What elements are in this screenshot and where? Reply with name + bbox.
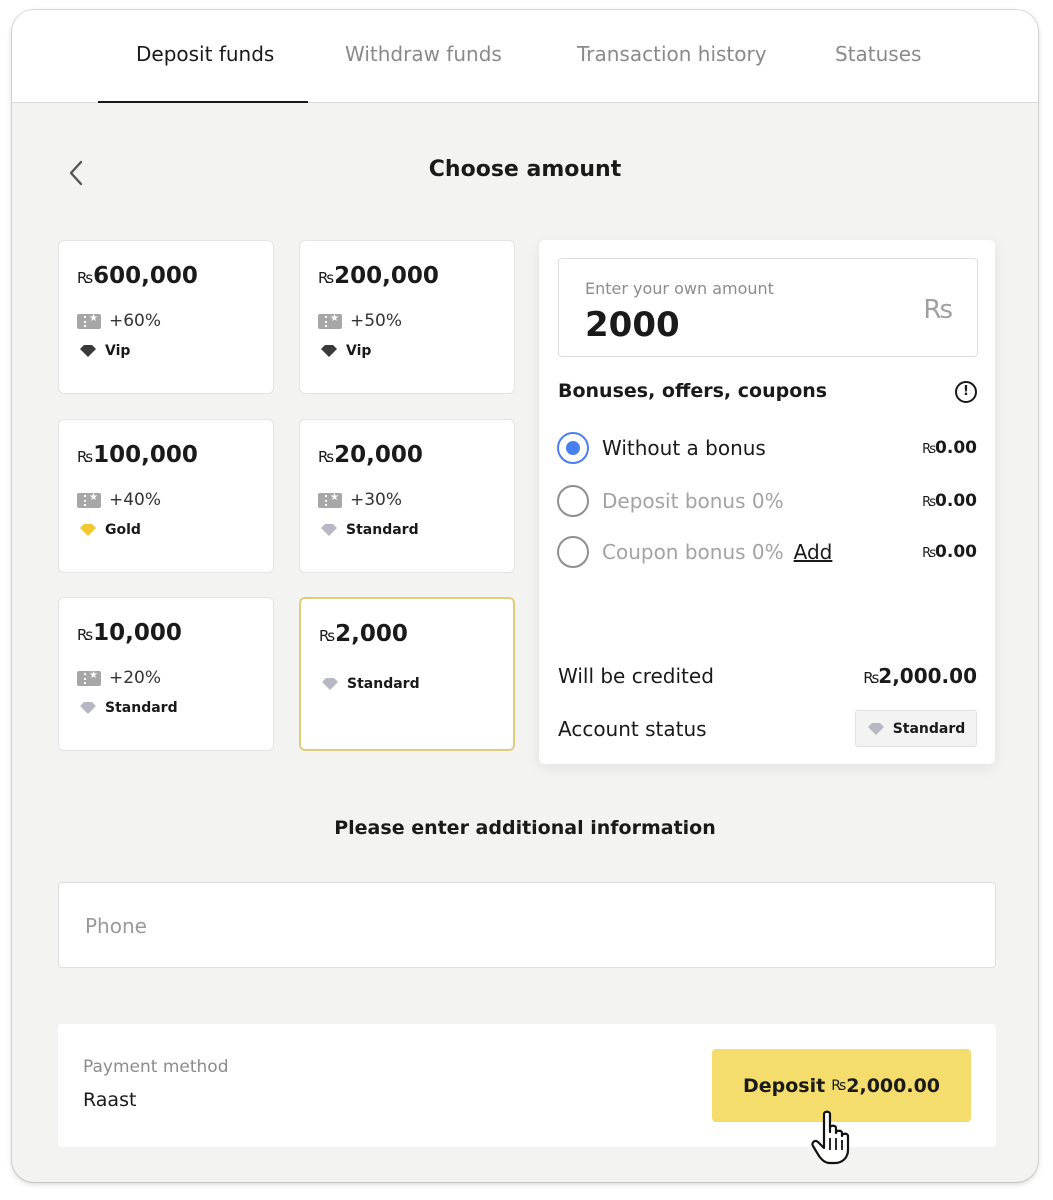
amount-card-20000[interactable]: ₨20,000 +30% Standard	[299, 419, 515, 573]
radio-button[interactable]	[557, 432, 589, 464]
card-bonus: +60%	[77, 311, 161, 331]
radio-button[interactable]	[557, 536, 589, 568]
diamond-icon	[321, 345, 337, 357]
diamond-icon	[80, 702, 96, 714]
account-status-badge: Standard	[855, 710, 977, 747]
credited-value: ₨2,000.00	[863, 664, 977, 688]
card-status: Standard	[320, 522, 419, 538]
card-amount: ₨100,000	[77, 442, 198, 468]
option-label: Deposit bonus 0%	[602, 489, 784, 513]
payment-box: Payment method Raast Deposit ₨ 2,000.00	[58, 1024, 996, 1147]
amount-card-200000[interactable]: ₨200,000 +50% Vip	[299, 240, 515, 394]
option-amount: ₨0.00	[922, 491, 977, 511]
diamond-icon	[867, 722, 884, 735]
option-label: Without a bonus	[602, 436, 766, 460]
amount-panel: Enter your own amount 2000 Rs Bonuses, o…	[539, 240, 995, 764]
ticket-icon	[77, 670, 101, 686]
tab-bar: Deposit funds Withdraw funds Transaction…	[12, 10, 1038, 103]
tab-statuses[interactable]: Statuses	[835, 42, 921, 66]
card-amount: ₨600,000	[77, 263, 198, 289]
card-amount: ₨20,000	[318, 442, 423, 468]
own-amount-label: Enter your own amount	[585, 279, 774, 298]
card-amount: ₨2,000	[319, 621, 408, 647]
amount-card-10000[interactable]: ₨10,000 +20% Standard	[58, 597, 274, 751]
option-amount: ₨0.00	[922, 542, 977, 562]
ticket-icon	[77, 313, 101, 329]
option-label: Coupon bonus 0% Add	[602, 540, 833, 564]
card-amount: ₨10,000	[77, 620, 182, 646]
option-coupon-bonus[interactable]: Coupon bonus 0% Add ₨0.00	[557, 536, 977, 570]
ticket-icon	[77, 492, 101, 508]
phone-placeholder: Phone	[85, 914, 147, 938]
hand-pointer-icon	[811, 1110, 850, 1165]
diamond-icon	[80, 524, 96, 536]
card-bonus: +40%	[77, 490, 161, 510]
active-tab-underline	[98, 101, 308, 103]
option-deposit-bonus[interactable]: Deposit bonus 0% ₨0.00	[557, 485, 977, 519]
radio-button[interactable]	[557, 485, 589, 517]
card-bonus: +20%	[77, 668, 161, 688]
payment-method-value: Raast	[83, 1089, 137, 1111]
ticket-icon	[318, 492, 342, 508]
card-amount: ₨200,000	[318, 263, 439, 289]
tab-deposit-funds[interactable]: Deposit funds	[136, 42, 274, 66]
add-coupon-link[interactable]: Add	[794, 540, 833, 564]
amount-card-600000[interactable]: ₨600,000 +60% Vip	[58, 240, 274, 394]
own-amount-currency: Rs	[923, 295, 953, 325]
option-amount: ₨0.00	[922, 438, 977, 458]
diamond-icon	[322, 678, 338, 690]
exclamation-circle-icon[interactable]: !	[955, 381, 977, 403]
own-amount-input[interactable]: Enter your own amount 2000 Rs	[558, 258, 978, 357]
card-status: Standard	[79, 700, 178, 716]
amount-card-2000-selected[interactable]: ₨2,000 Standard	[299, 597, 515, 751]
card-status: Vip	[320, 343, 371, 359]
option-without-bonus[interactable]: Without a bonus ₨0.00	[557, 432, 977, 466]
credited-label: Will be credited	[558, 664, 714, 688]
card-status: Gold	[79, 522, 141, 538]
card-status: Standard	[321, 676, 420, 692]
card-status: Vip	[79, 343, 130, 359]
bonuses-title: Bonuses, offers, coupons	[558, 380, 828, 402]
ticket-icon	[318, 313, 342, 329]
own-amount-value: 2000	[585, 305, 680, 345]
phone-input[interactable]: Phone	[58, 882, 996, 968]
card-bonus: +50%	[318, 311, 402, 331]
account-status-label: Account status	[558, 717, 707, 741]
additional-info-title: Please enter additional information	[334, 817, 716, 839]
amount-card-100000[interactable]: ₨100,000 +40% Gold	[58, 419, 274, 573]
page-title: Choose amount	[428, 157, 622, 182]
tab-transaction-history[interactable]: Transaction history	[577, 42, 767, 66]
card-bonus: +30%	[318, 490, 402, 510]
deposit-window: Deposit funds Withdraw funds Transaction…	[12, 10, 1038, 1182]
diamond-icon	[321, 524, 337, 536]
diamond-icon	[80, 345, 96, 357]
tab-withdraw-funds[interactable]: Withdraw funds	[345, 42, 502, 66]
payment-method-label: Payment method	[83, 1057, 229, 1077]
